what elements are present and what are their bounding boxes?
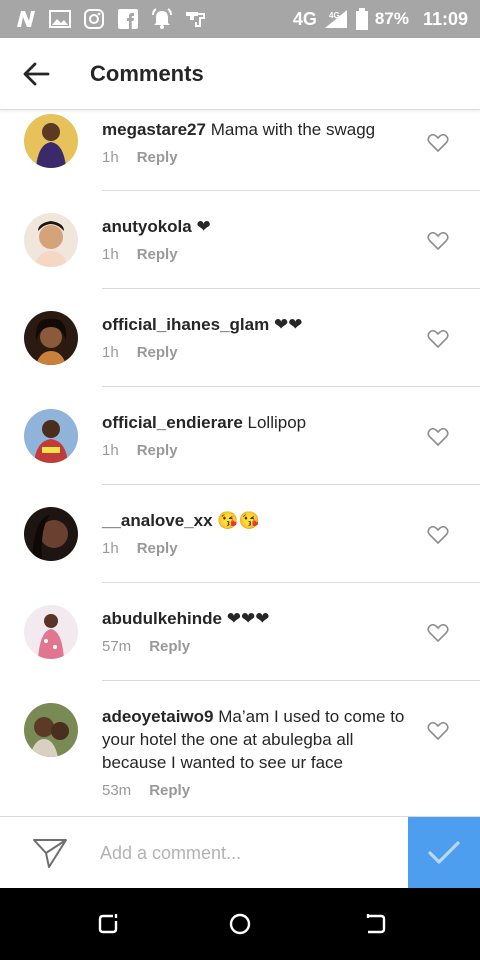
like-heart-icon[interactable] xyxy=(427,623,449,643)
avatar[interactable] xyxy=(24,213,78,267)
n-notification-icon xyxy=(14,7,38,31)
comment-text: adeoyetaiwo9 Ma’am I used to come to you… xyxy=(102,705,412,774)
comment-meta: 53m Reply xyxy=(102,782,412,799)
reply-button[interactable]: Reply xyxy=(137,540,178,557)
comment-meta: 1h Reply xyxy=(102,540,412,557)
system-nav-bar xyxy=(0,888,480,960)
reply-button[interactable]: Reply xyxy=(137,149,178,166)
comment-body: official_endierare Lollipop 1h Reply xyxy=(102,411,412,459)
comment-time: 57m xyxy=(102,638,132,655)
comment-list[interactable]: megastare27 Mama with the swagg 1h Reply… xyxy=(0,110,480,816)
page-title: Comments xyxy=(90,61,204,86)
comment-meta: 57m Reply xyxy=(102,638,412,655)
notification-icons xyxy=(14,7,208,31)
system-status: 4G 4G 87% 11:09 xyxy=(293,7,468,31)
reply-button[interactable]: Reply xyxy=(149,638,190,655)
recent-apps-icon[interactable] xyxy=(96,912,120,936)
alarm-icon xyxy=(150,7,174,31)
comment-username[interactable]: megastare27 xyxy=(102,120,206,139)
battery-icon xyxy=(355,7,369,31)
comment-time: 53m xyxy=(102,782,132,799)
comment-item: official_endierare Lollipop 1h Reply xyxy=(0,387,480,484)
avatar[interactable] xyxy=(24,507,78,561)
comment-body: abudulkehinde ❤❤❤ 57m Reply xyxy=(102,607,412,655)
comment-message: ❤ xyxy=(196,217,211,236)
comment-item: megastare27 Mama with the swagg 1h Reply xyxy=(0,110,480,190)
comment-username[interactable]: official_ihanes_glam xyxy=(102,315,269,334)
like-heart-icon[interactable] xyxy=(427,721,449,741)
like-heart-icon[interactable] xyxy=(427,231,449,251)
comment-text: anutyokola ❤ xyxy=(102,215,412,238)
comment-text: official_ihanes_glam ❤❤ xyxy=(102,313,412,336)
battery-percent: 87% xyxy=(374,9,409,28)
comment-meta: 1h Reply xyxy=(102,149,412,166)
comment-item: adeoyetaiwo9 Ma’am I used to come to you… xyxy=(0,681,480,816)
network-small-label: 4G xyxy=(329,11,340,20)
comment-body: anutyokola ❤ 1h Reply xyxy=(102,215,412,263)
comment-message: 😘😘 xyxy=(217,511,260,530)
comment-item: official_ihanes_glam ❤❤ 1h Reply xyxy=(0,289,480,386)
mouse-icon xyxy=(184,7,208,31)
comment-body: official_ihanes_glam ❤❤ 1h Reply xyxy=(102,313,412,361)
comment-text: abudulkehinde ❤❤❤ xyxy=(102,607,412,630)
avatar[interactable] xyxy=(24,311,78,365)
reply-button[interactable]: Reply xyxy=(149,782,190,799)
comment-time: 1h xyxy=(102,246,119,263)
signal-icon: 4G xyxy=(323,7,349,31)
reply-button[interactable]: Reply xyxy=(137,442,178,459)
comment-item: anutyokola ❤ 1h Reply xyxy=(0,191,480,288)
comment-message: ❤❤ xyxy=(273,315,303,334)
comment-body: megastare27 Mama with the swagg 1h Reply xyxy=(102,118,412,166)
paper-plane-icon[interactable] xyxy=(32,837,68,869)
facebook-icon xyxy=(116,7,140,31)
status-bar: 4G 4G 87% 11:09 xyxy=(0,0,480,38)
comment-time: 1h xyxy=(102,442,119,459)
comment-text: official_endierare Lollipop xyxy=(102,411,412,434)
comment-time: 1h xyxy=(102,540,119,557)
header: Comments xyxy=(0,38,480,110)
clock: 11:09 xyxy=(422,8,468,29)
back-icon[interactable] xyxy=(364,912,388,936)
like-heart-icon[interactable] xyxy=(427,133,449,153)
comment-item: __analove_xx 😘😘 1h Reply xyxy=(0,485,480,582)
back-button[interactable] xyxy=(16,56,56,92)
comment-input[interactable] xyxy=(100,835,400,871)
comment-username[interactable]: official_endierare xyxy=(102,413,243,432)
comment-time: 1h xyxy=(102,149,119,166)
comment-meta: 1h Reply xyxy=(102,344,412,361)
comment-text: megastare27 Mama with the swagg xyxy=(102,118,412,141)
comment-message: Lollipop xyxy=(247,413,307,432)
avatar[interactable] xyxy=(24,703,78,757)
comment-composer xyxy=(0,816,480,889)
avatar[interactable] xyxy=(24,605,78,659)
avatar[interactable] xyxy=(24,114,78,168)
home-icon[interactable] xyxy=(228,912,252,936)
comment-text: __analove_xx 😘😘 xyxy=(102,509,412,532)
arrow-left-icon xyxy=(23,62,50,86)
reply-button[interactable]: Reply xyxy=(137,344,178,361)
comment-username[interactable]: anutyokola xyxy=(102,217,192,236)
checkmark-icon xyxy=(428,841,460,864)
comment-username[interactable]: __analove_xx xyxy=(102,511,213,530)
comment-username[interactable]: abudulkehinde xyxy=(102,609,222,628)
network-type: 4G xyxy=(292,8,317,29)
image-icon xyxy=(48,7,72,31)
instagram-icon xyxy=(82,7,106,31)
like-heart-icon[interactable] xyxy=(427,427,449,447)
like-heart-icon[interactable] xyxy=(427,329,449,349)
comment-message: Mama with the swagg xyxy=(210,120,376,139)
comment-body: adeoyetaiwo9 Ma’am I used to come to you… xyxy=(102,705,412,799)
comment-item: abudulkehinde ❤❤❤ 57m Reply xyxy=(0,583,480,680)
avatar[interactable] xyxy=(24,409,78,463)
like-heart-icon[interactable] xyxy=(427,525,449,545)
comment-meta: 1h Reply xyxy=(102,246,412,263)
comment-time: 1h xyxy=(102,344,119,361)
post-comment-button[interactable] xyxy=(408,817,480,889)
comment-username[interactable]: adeoyetaiwo9 xyxy=(102,707,214,726)
comment-body: __analove_xx 😘😘 1h Reply xyxy=(102,509,412,557)
reply-button[interactable]: Reply xyxy=(137,246,178,263)
comment-meta: 1h Reply xyxy=(102,442,412,459)
comment-message: ❤❤❤ xyxy=(226,609,270,628)
